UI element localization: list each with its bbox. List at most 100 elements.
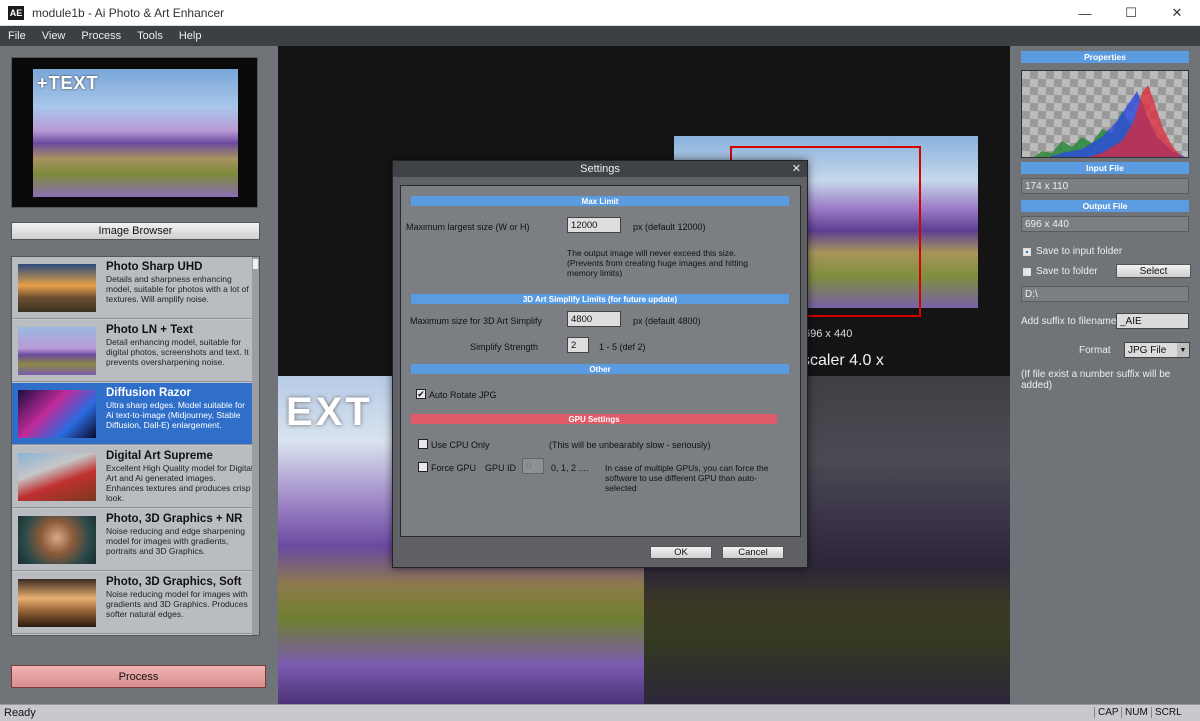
chevron-down-icon[interactable]: ▼ xyxy=(1177,343,1189,357)
model-list-scrollbar[interactable] xyxy=(252,257,259,635)
gpu-note: In case of multiple GPUs, you can force … xyxy=(605,463,769,493)
close-button[interactable]: ✕ xyxy=(1154,0,1200,26)
menu-process[interactable]: Process xyxy=(73,30,129,42)
model-item-photo-sharp-uhd[interactable]: Photo Sharp UHD Details and sharpness en… xyxy=(12,257,254,319)
menu-file[interactable]: File xyxy=(0,30,34,42)
output-size-field: 696 x 440 xyxy=(1021,216,1189,232)
strength-input[interactable]: 2 xyxy=(567,337,589,353)
input-preview: +TEXT xyxy=(11,57,258,208)
save-to-input-radio[interactable] xyxy=(1023,248,1031,256)
model-description: Noise reducing and edge sharpening model… xyxy=(106,526,245,556)
cpu-only-checkbox[interactable] xyxy=(418,439,428,449)
properties-header: Properties xyxy=(1021,51,1189,63)
force-gpu-label: Force GPU xyxy=(431,463,477,473)
properties-panel: Properties Input File 174 x 110 Output F… xyxy=(1010,46,1200,704)
max-size-label: Maximum largest size (W or H) xyxy=(406,222,530,232)
model-name: Photo, 3D Graphics, Soft xyxy=(106,576,242,588)
ok-button[interactable]: OK xyxy=(650,546,712,559)
model-description: Details and sharpness enhancing model, s… xyxy=(106,274,249,304)
histogram-chart xyxy=(1022,71,1188,157)
model-thumbnail xyxy=(18,516,96,564)
model-name: Diffusion Razor xyxy=(106,387,191,399)
model-item-photo-ln-text[interactable]: Photo LN + Text Detail enhancing model, … xyxy=(12,320,254,382)
model-name: Photo, 3D Graphics + NR xyxy=(106,513,243,525)
model-thumbnail xyxy=(18,579,96,627)
title-bar: AE module1b - Ai Photo & Art Enhancer — … xyxy=(0,0,1200,26)
scrollbar-thumb[interactable] xyxy=(253,259,258,269)
gpu-id-input[interactable]: 0 xyxy=(522,458,544,474)
menu-tools[interactable]: Tools xyxy=(129,30,171,42)
folder-path-field[interactable]: D:\ xyxy=(1021,286,1189,302)
left-panel: +TEXT Image Browser Photo Sharp UHD Deta… xyxy=(0,46,278,704)
model-thumbnail xyxy=(18,453,96,501)
preview-overlay-text: +TEXT xyxy=(37,73,99,93)
max-size-note: The output image will never exceed this … xyxy=(567,248,748,278)
model-item-diffusion-razor[interactable]: Diffusion Razor Ultra sharp edges. Model… xyxy=(12,383,254,445)
simplify-size-input[interactable]: 4800 xyxy=(567,311,621,327)
gpu-id-options: 0, 1, 2 .... xyxy=(551,463,589,473)
model-thumbnail xyxy=(18,390,96,438)
suffix-label: Add suffix to filename xyxy=(1021,316,1117,327)
image-browser-button[interactable]: Image Browser xyxy=(11,222,260,240)
preview-image: +TEXT xyxy=(33,69,238,197)
input-file-header: Input File xyxy=(1021,162,1189,174)
scroll-lock-indicator: SCRL xyxy=(1151,707,1185,718)
model-item-photo-3d-nr[interactable]: Photo, 3D Graphics + NR Noise reducing a… xyxy=(12,509,254,571)
model-thumbnail xyxy=(18,327,96,375)
input-size-field: 174 x 110 xyxy=(1021,178,1189,194)
select-folder-button[interactable]: Select xyxy=(1116,264,1191,278)
model-thumbnail xyxy=(18,264,96,312)
format-select[interactable]: JPG File ▼ xyxy=(1124,342,1190,358)
caps-lock-indicator: CAP xyxy=(1094,707,1122,718)
format-label: Format xyxy=(1079,345,1111,356)
model-description: Ultra sharp edges. Model suitable for Ai… xyxy=(106,400,245,430)
model-list: Photo Sharp UHD Details and sharpness en… xyxy=(11,256,260,636)
dialog-close-icon[interactable]: ✕ xyxy=(792,162,801,175)
gpu-settings-header: GPU Settings xyxy=(411,414,777,424)
settings-content: Max Limit Maximum largest size (W or H) … xyxy=(400,185,801,537)
dialog-title: Settings xyxy=(580,163,620,175)
max-size-input[interactable]: 12000 xyxy=(567,217,621,233)
menu-view[interactable]: View xyxy=(34,30,74,42)
menu-bar: File View Process Tools Help xyxy=(0,26,1200,46)
window-controls: — ☐ ✕ xyxy=(1062,0,1200,26)
cpu-only-note: (This will be unbearably slow - seriousl… xyxy=(549,440,711,450)
max-limit-header: Max Limit xyxy=(411,196,789,206)
save-to-folder-radio[interactable] xyxy=(1023,268,1031,276)
suffix-note: (If file exist a number suffix will be a… xyxy=(1021,369,1171,391)
status-text: Ready xyxy=(4,707,36,719)
simplify-size-default: px (default 4800) xyxy=(633,316,701,326)
minimize-button[interactable]: — xyxy=(1062,0,1108,26)
model-description: Noise reducing model for images with gra… xyxy=(106,589,248,619)
histogram xyxy=(1021,70,1189,158)
status-bar: Ready CAP NUM SCRL xyxy=(0,704,1200,721)
model-item-photo-3d-soft[interactable]: Photo, 3D Graphics, Soft Noise reducing … xyxy=(12,572,254,634)
model-item-digital-art-supreme[interactable]: Digital Art Supreme Excellent High Quali… xyxy=(12,446,254,508)
output-size-label: 696 x 440 xyxy=(804,328,853,340)
window-title: module1b - Ai Photo & Art Enhancer xyxy=(32,5,225,20)
strength-range: 1 - 5 (def 2) xyxy=(599,342,646,352)
settings-dialog: Settings ✕ Max Limit Maximum largest siz… xyxy=(392,160,808,568)
preview-overlay-text: EXT xyxy=(286,390,373,434)
suffix-input[interactable]: _AIE xyxy=(1116,313,1189,329)
format-value: JPG File xyxy=(1128,345,1167,356)
force-gpu-checkbox[interactable] xyxy=(418,462,428,472)
cpu-only-label: Use CPU Only xyxy=(431,440,490,450)
process-button[interactable]: Process xyxy=(11,665,266,688)
max-size-default: px (default 12000) xyxy=(633,222,706,232)
save-to-input-label: Save to input folder xyxy=(1036,246,1123,257)
num-lock-indicator: NUM xyxy=(1121,707,1151,718)
model-name: Photo LN + Text xyxy=(106,324,193,336)
dialog-title-bar[interactable]: Settings ✕ xyxy=(393,161,807,177)
strength-label: Simplify Strength xyxy=(470,342,539,352)
maximize-button[interactable]: ☐ xyxy=(1108,0,1154,26)
auto-rotate-label: Auto Rotate JPG xyxy=(429,390,497,400)
gpu-id-label: GPU ID xyxy=(485,463,517,473)
output-file-header: Output File xyxy=(1021,200,1189,212)
other-header: Other xyxy=(411,364,789,374)
menu-help[interactable]: Help xyxy=(171,30,210,42)
auto-rotate-checkbox[interactable]: ✔ xyxy=(416,389,426,399)
model-description: Detail enhancing model, suitable for dig… xyxy=(106,337,249,367)
app-icon: AE xyxy=(8,5,24,20)
cancel-button[interactable]: Cancel xyxy=(722,546,784,559)
